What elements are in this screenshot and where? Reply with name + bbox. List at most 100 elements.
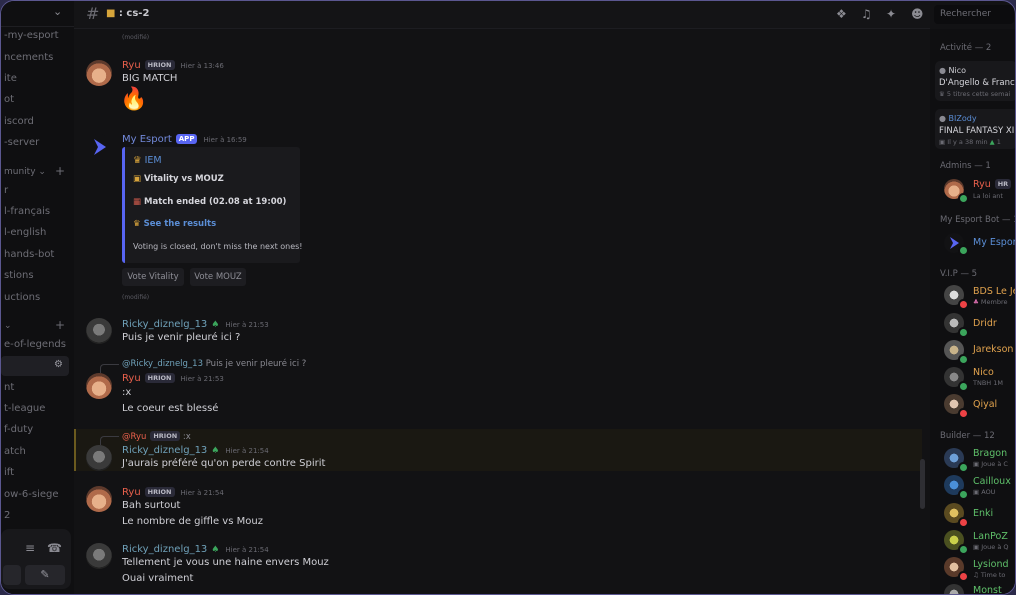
channel-item[interactable]: atch bbox=[4, 446, 26, 457]
add-channel-icon[interactable]: + bbox=[55, 318, 65, 332]
avatar[interactable] bbox=[86, 445, 112, 471]
guild-tag[interactable]: HRION bbox=[144, 487, 175, 497]
status-online bbox=[958, 193, 969, 204]
channel-item[interactable]: ite bbox=[4, 73, 17, 84]
role-icon: ♠ bbox=[211, 320, 220, 330]
scrollbar-thumb[interactable] bbox=[920, 459, 925, 509]
waveform-icon[interactable]: ≡ bbox=[25, 541, 35, 555]
channel-item[interactable]: stions bbox=[4, 270, 34, 281]
channel-item[interactable]: -my-esport bbox=[4, 30, 59, 41]
member-name[interactable]: Cailloux bbox=[973, 476, 1011, 487]
disconnect-icon[interactable]: ☎ bbox=[47, 541, 62, 555]
camera-button[interactable] bbox=[3, 565, 21, 585]
section-header: My Esport Bot — 1 bbox=[940, 215, 1016, 225]
member-name[interactable]: Nico bbox=[973, 367, 994, 378]
member-name[interactable]: LanPoZ bbox=[973, 531, 1008, 542]
members-icon[interactable]: ☻ bbox=[911, 7, 924, 21]
member-avatar[interactable] bbox=[944, 584, 964, 594]
activity-subtext: Il y a 38 min bbox=[947, 138, 988, 146]
message-text: BIG MATCH bbox=[122, 73, 178, 84]
message-header: Ryu HRION Hier à 13:46 bbox=[122, 60, 224, 71]
hash-icon: # bbox=[86, 4, 100, 23]
channel-item[interactable]: f-duty bbox=[4, 424, 33, 435]
reply-preview[interactable]: @Ryu HRION :x bbox=[122, 431, 191, 442]
channel-item[interactable]: nt bbox=[4, 382, 14, 393]
reply-preview[interactable]: @Ricky_diznelg_13 Puis je venir pleuré i… bbox=[122, 359, 306, 369]
bell-icon[interactable]: ♫ bbox=[861, 7, 872, 21]
username[interactable]: Ryu bbox=[122, 373, 141, 384]
channel-item[interactable]: ncements bbox=[4, 52, 53, 63]
category-community[interactable]: munity ⌄ bbox=[4, 167, 46, 177]
reply-connector bbox=[100, 436, 119, 445]
member-status-text: Joue à C bbox=[981, 460, 1008, 468]
channel-item[interactable]: ow-6-siege bbox=[4, 489, 59, 500]
reply-user[interactable]: @Ricky_diznelg_13 bbox=[122, 359, 203, 369]
username[interactable]: Ryu bbox=[122, 60, 141, 71]
reply-connector bbox=[100, 364, 119, 373]
member-name[interactable]: Lysiond bbox=[973, 559, 1009, 570]
activity-button[interactable]: ✎ bbox=[25, 565, 65, 585]
message-header: Ryu HRION Hier à 21:53 bbox=[122, 373, 224, 384]
avatar[interactable] bbox=[86, 318, 112, 344]
member-name[interactable]: Ryu HR bbox=[973, 179, 1012, 190]
activity-card[interactable]: ● BIZody FINAL FANTASY XI ▣ Il y a 38 mi… bbox=[935, 109, 1015, 149]
status-online bbox=[958, 489, 969, 500]
category-chevron-icon[interactable]: ⌄ bbox=[4, 321, 12, 331]
member-name[interactable]: Dridr bbox=[973, 318, 997, 329]
channel-item[interactable]: uctions bbox=[4, 292, 40, 303]
avatar[interactable] bbox=[86, 60, 112, 86]
bot-avatar[interactable] bbox=[86, 134, 112, 160]
search-input[interactable]: Rechercher bbox=[934, 5, 1014, 24]
embed-title-row: ♛ IEM bbox=[133, 155, 162, 166]
threads-icon[interactable]: ❖ bbox=[836, 7, 847, 21]
channel-item[interactable]: hands-bot bbox=[4, 249, 54, 260]
channel-item[interactable]: t-league bbox=[4, 403, 45, 414]
reply-user[interactable]: @Ryu bbox=[122, 432, 146, 442]
channel-item[interactable]: l-français bbox=[4, 206, 50, 217]
channel-item[interactable]: ot bbox=[4, 94, 14, 105]
role-icon: ♣ bbox=[973, 298, 979, 306]
embed-ended: Match ended (02.08 at 19:00) bbox=[144, 197, 287, 207]
channel-item[interactable]: iscord bbox=[4, 116, 34, 127]
member-status-text: AOU bbox=[981, 488, 996, 496]
member-name[interactable]: My Esport bbox=[973, 237, 1015, 248]
server-header[interactable]: ⌄ bbox=[1, 1, 74, 27]
username[interactable]: Ricky_diznelg_13 bbox=[122, 445, 207, 456]
member-name[interactable]: Monst bbox=[973, 585, 1002, 594]
activity-card[interactable]: ● Nico D'Angello & Francis ♛ 5 titres ce… bbox=[935, 61, 1015, 101]
vote-vitality-button[interactable]: Vote Vitality bbox=[122, 268, 184, 286]
channel-item[interactable]: r bbox=[4, 185, 8, 196]
embed-title[interactable]: IEM bbox=[145, 155, 162, 166]
pin-icon[interactable]: ✦ bbox=[886, 7, 896, 21]
avatar[interactable] bbox=[86, 373, 112, 399]
avatar[interactable] bbox=[86, 543, 112, 569]
member-name[interactable]: Qiyal bbox=[973, 399, 997, 410]
status-dnd bbox=[958, 571, 969, 582]
results-link[interactable]: See the results bbox=[144, 219, 217, 229]
guild-tag[interactable]: HRION bbox=[144, 60, 175, 70]
chevron-down-icon: ⌄ bbox=[38, 167, 46, 177]
member-name[interactable]: Bragon bbox=[973, 448, 1007, 459]
guild-tag[interactable]: HRION bbox=[144, 373, 175, 383]
username[interactable]: Ryu bbox=[122, 487, 141, 498]
bot-embed: ♛ IEM ▣ Vitality vs MOUZ ▦ Match ended (… bbox=[122, 147, 303, 263]
add-channel-icon[interactable]: + bbox=[55, 164, 65, 178]
channel-item[interactable]: 2 bbox=[4, 510, 10, 521]
embed-results-row: ♛ See the results bbox=[133, 219, 216, 229]
timestamp: Hier à 13:46 bbox=[180, 62, 224, 70]
channel-item[interactable]: e-of-legends bbox=[4, 339, 66, 350]
vote-mouz-button[interactable]: Vote MOUZ bbox=[190, 268, 246, 286]
member-name[interactable]: Jarekson bbox=[973, 344, 1013, 355]
channel-item[interactable]: l-english bbox=[4, 227, 46, 238]
username[interactable]: Ricky_diznelg_13 bbox=[122, 319, 207, 330]
avatar[interactable] bbox=[86, 486, 112, 512]
channel-item[interactable]: -server bbox=[4, 137, 39, 148]
member-name[interactable]: BDS Le Je bbox=[973, 286, 1015, 297]
chevron-down-icon[interactable]: ⌄ bbox=[53, 5, 62, 18]
channel-item[interactable]: ift bbox=[4, 467, 14, 478]
username[interactable]: My Esport bbox=[122, 134, 172, 145]
settings-icons[interactable]: ⚙ bbox=[54, 359, 65, 370]
member-name[interactable]: Enki bbox=[973, 508, 993, 519]
channel-item-active[interactable]: ⚙ bbox=[1, 356, 69, 376]
username[interactable]: Ricky_diznelg_13 bbox=[122, 544, 207, 555]
